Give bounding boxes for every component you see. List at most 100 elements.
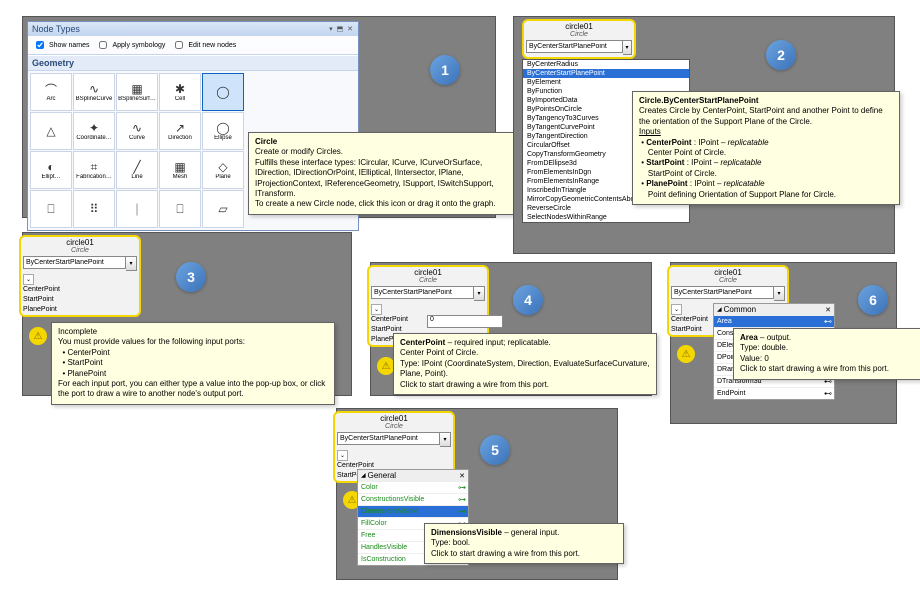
method-input[interactable] — [526, 40, 623, 53]
warning-icon[interactable]: ⚠ — [677, 345, 695, 363]
nt-cell-g1[interactable]: ⎕ — [30, 190, 72, 228]
tri-icon: ◢ — [361, 472, 366, 479]
nt-cell-coord[interactable]: ✦Coordinate… — [73, 112, 115, 150]
port-row[interactable]: ⌄ — [371, 304, 485, 314]
nt-cell-bsplinecurve[interactable]: ∿BSplineCurve — [73, 73, 115, 111]
node-method-select[interactable]: ▾ — [23, 256, 137, 271]
direction-icon: ↗ — [171, 121, 189, 135]
dd-item[interactable]: ReverseCircle — [523, 204, 689, 213]
port-centerpoint[interactable]: CenterPoint — [23, 284, 137, 294]
nt-section-geometry[interactable]: Geometry — [28, 55, 358, 71]
window-controls[interactable]: ▾ ⬒ ✕ — [329, 25, 354, 33]
plug-icon[interactable]: ⊶ — [458, 483, 465, 492]
port-startpoint[interactable]: StartPoint — [23, 294, 137, 304]
dd-item[interactable]: ByCenterRadius — [523, 60, 689, 69]
chevron-down-icon[interactable]: ▾ — [126, 256, 137, 271]
method-input[interactable] — [671, 286, 774, 299]
nt-cell-fabr[interactable]: ⌗Fabrication… — [73, 151, 115, 189]
plug-icon[interactable]: ⊶ — [458, 507, 465, 516]
node-subtitle: Circle — [21, 247, 139, 254]
nt-cell-bsplinesurf[interactable]: ▦BSplineSurf… — [116, 73, 158, 111]
row-endp[interactable]: EndPoint⊷ — [714, 387, 834, 399]
port-row[interactable]: ⌄ — [23, 274, 137, 284]
nt-cell-curve[interactable]: ∿Curve — [116, 112, 158, 150]
node-circle01[interactable]: circle01 Circle ▾ — [522, 19, 636, 59]
nt-cell-g4[interactable]: ⎕ — [159, 190, 201, 228]
nt-cell-cell[interactable]: ✱Cell — [159, 73, 201, 111]
tri-icon: ◢ — [717, 306, 722, 313]
fabr-icon: ⌗ — [85, 160, 103, 174]
nt-cell-mesh[interactable]: ▦Mesh — [159, 151, 201, 189]
arc-icon: ⌒ — [42, 82, 60, 96]
port-planepoint[interactable]: PlanePoint — [23, 304, 137, 314]
dd-item[interactable]: SelectNodesWithinRange — [523, 213, 689, 222]
area-tooltip: Area – output. Type: double. Value: 0 Cl… — [733, 328, 920, 380]
port-row[interactable]: ⌄ — [337, 450, 451, 460]
panel-step4: circle01 Circle ▾ ⌄ CenterPoint StartPoi… — [370, 262, 652, 396]
nt-cell-direction[interactable]: ↗Direction — [159, 112, 201, 150]
chevron-icon[interactable]: ⌄ — [337, 450, 348, 461]
chevron-down-icon[interactable]: ▾ — [440, 432, 451, 447]
chevron-down-icon[interactable]: ▾ — [623, 40, 632, 55]
method-input[interactable] — [371, 286, 474, 299]
centerpoint-tooltip: CenterPoint – required input; replicatab… — [393, 333, 657, 395]
bspline-icon: ∿ — [85, 82, 103, 96]
nt-cell-extra1[interactable]: △ — [30, 112, 72, 150]
port-value-input[interactable]: 0 — [427, 315, 503, 328]
step-badge-2: 2 — [766, 40, 796, 70]
close-icon[interactable]: ✕ — [459, 472, 465, 480]
nt-cell-arc[interactable]: ⌒Arc — [30, 73, 72, 111]
chevron-down-icon[interactable]: ▾ — [774, 286, 785, 301]
dd-item-selected[interactable]: ByCenterStartPlanePoint — [523, 69, 689, 78]
node-method-select[interactable]: ▾ — [371, 286, 485, 301]
nt-title: Node Types — [32, 24, 80, 34]
plug-icon[interactable]: ⊷ — [824, 317, 831, 326]
panel-step2: circle01 Circle ▾ ByCenterRadius ByCente… — [513, 16, 895, 254]
popout-header: ◢General✕ — [358, 470, 468, 481]
panel-step6: circle01 Circle ▾ ⌄ CenterPoint StartPoi… — [670, 262, 897, 424]
circle-icon: ◯ — [214, 85, 232, 99]
nt-cell-plane[interactable]: ◇Plane — [202, 151, 244, 189]
warning-icon[interactable]: ⚠ — [29, 327, 47, 345]
opt-edit-new-nodes[interactable]: Edit new nodes — [171, 38, 236, 52]
mesh-icon: ▦ — [171, 160, 189, 174]
nt-cell-g5[interactable]: ▱ — [202, 190, 244, 228]
method-input[interactable] — [23, 256, 126, 269]
circle-tooltip: Circle Create or modify Circles. Fulfill… — [248, 132, 522, 215]
row-dim[interactable]: DimensionsVisible⊶ — [358, 505, 468, 517]
chevron-icon[interactable]: ⌄ — [671, 304, 682, 315]
chevron-icon[interactable]: ⌄ — [371, 304, 382, 315]
chevron-icon[interactable]: ⌄ — [23, 274, 34, 285]
dimensions-tooltip: DimensionsVisible – general input. Type:… — [424, 523, 624, 564]
plane-icon: ◇ — [214, 160, 232, 174]
panel-step5: circle01 Circle ▾ ⌄ CenterPoint StartPoi… — [336, 408, 618, 580]
nt-cell-g3[interactable]: ｜ — [116, 190, 158, 228]
nt-cell-ellipt[interactable]: ◐Ellipt… — [30, 151, 72, 189]
popout-header: ◢Common✕ — [714, 304, 834, 315]
step-badge-5: 5 — [480, 435, 510, 465]
chevron-down-icon[interactable]: ▾ — [474, 286, 485, 301]
step-badge-1: 1 — [430, 55, 460, 85]
plug-icon[interactable]: ⊷ — [824, 389, 831, 398]
node-circle01[interactable]: circle01 Circle ▾ ⌄ CenterPoint StartPoi… — [19, 235, 141, 317]
node-ports: ⌄ CenterPoint StartPoint PlanePoint — [21, 273, 139, 315]
nt-cell-ellipse[interactable]: ◯Ellipse — [202, 112, 244, 150]
node-method-select[interactable]: ▾ — [526, 40, 632, 55]
plug-icon[interactable]: ⊶ — [458, 495, 465, 504]
node-method-select[interactable]: ▾ — [337, 432, 451, 447]
row-constr[interactable]: ConstructionsVisible⊶ — [358, 493, 468, 505]
cell-icon: ✱ — [171, 82, 189, 96]
method-input[interactable] — [337, 432, 440, 445]
nt-cell-line[interactable]: ╱Line — [116, 151, 158, 189]
close-icon[interactable]: ✕ — [825, 306, 831, 314]
node-subtitle: Circle — [524, 31, 634, 38]
row-area[interactable]: Area⊷ — [714, 315, 834, 327]
node-method-select[interactable]: ▾ — [671, 286, 785, 301]
opt-apply-symbology[interactable]: Apply symbology — [95, 38, 165, 52]
generic-icon: ⎕ — [171, 202, 189, 216]
opt-show-names[interactable]: Show names — [32, 38, 89, 52]
row-color[interactable]: Color⊶ — [358, 481, 468, 493]
dd-item[interactable]: ByElement — [523, 78, 689, 87]
nt-cell-circle[interactable]: ◯ — [202, 73, 244, 111]
nt-cell-g2[interactable]: ⠿ — [73, 190, 115, 228]
